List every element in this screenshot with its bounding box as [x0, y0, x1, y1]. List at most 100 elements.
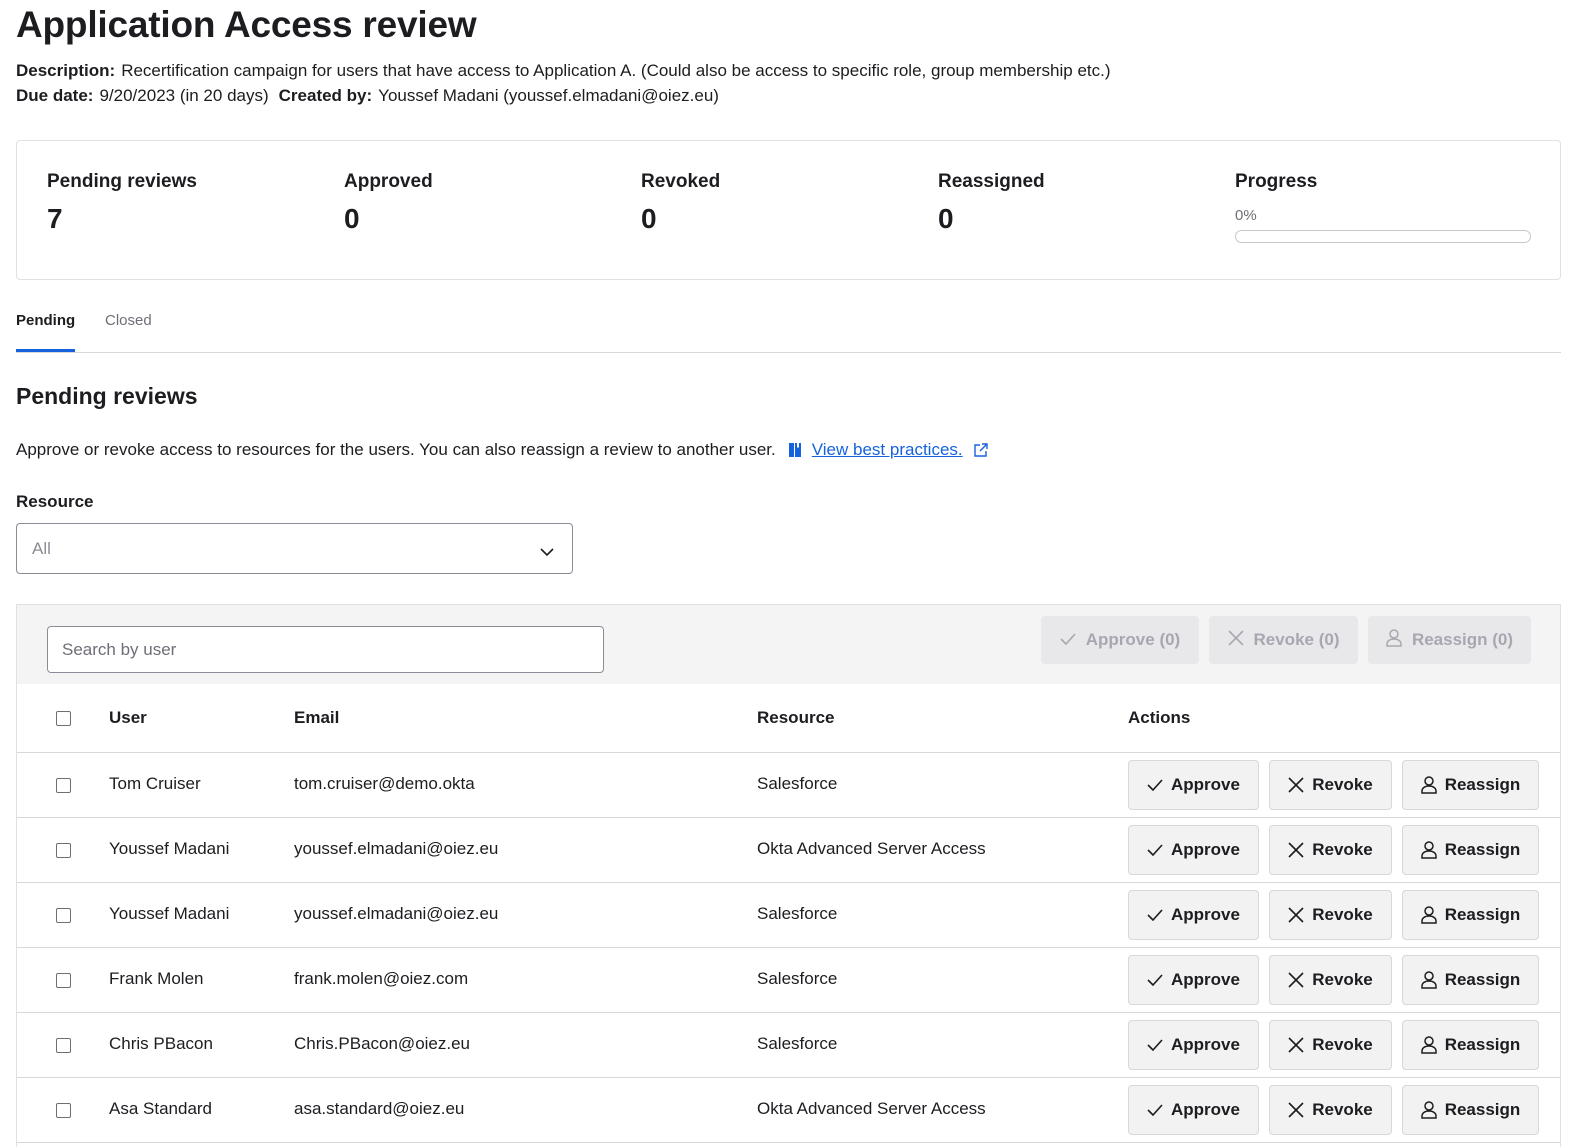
- close-icon: [1288, 972, 1304, 988]
- stat-revoked-label: Revoked: [641, 171, 721, 192]
- stat-progress-label: Progress: [1235, 171, 1318, 192]
- page: Application Access review Description: Re…: [0, 0, 1575, 1147]
- stat-approved-value: 0: [344, 203, 360, 234]
- row-user: Youssef Madani: [109, 839, 230, 858]
- stat-reassigned-label: Reassigned: [938, 171, 1045, 192]
- revoke-button[interactable]: Revoke: [1269, 890, 1392, 940]
- revoke-button[interactable]: Revoke: [1269, 825, 1392, 875]
- row-resource: Okta Advanced Server Access: [757, 839, 986, 858]
- reassign-label: Reassign: [1444, 905, 1521, 924]
- close-icon: [1288, 1102, 1304, 1118]
- section-description: Approve or revoke access to resources fo…: [16, 440, 989, 460]
- close-icon: [1288, 907, 1304, 923]
- revoke-label: Revoke: [1312, 1035, 1373, 1054]
- revoke-button[interactable]: Revoke: [1269, 1085, 1392, 1135]
- tab-closed[interactable]: Closed: [105, 312, 152, 329]
- stat-approved-label: Approved: [344, 171, 433, 192]
- approve-button[interactable]: Approve: [1128, 825, 1259, 875]
- stat-revoked-value: 0: [641, 203, 657, 234]
- person-icon: [1420, 776, 1437, 794]
- approve-button[interactable]: Approve: [1128, 1085, 1259, 1135]
- approve-label: Approve: [1171, 1100, 1240, 1119]
- check-icon: [1147, 1039, 1163, 1051]
- row-email: youssef.elmadani@oiez.eu: [294, 904, 499, 923]
- revoke-button[interactable]: Revoke: [1269, 955, 1392, 1005]
- search-input[interactable]: [47, 626, 604, 673]
- document-icon: [788, 442, 802, 458]
- approve-button[interactable]: Approve: [1128, 760, 1259, 810]
- row-user: Youssef Madani: [109, 904, 230, 923]
- row-checkbox[interactable]: [56, 1038, 71, 1053]
- close-icon: [1288, 777, 1304, 793]
- approve-label: Approve: [1171, 905, 1240, 924]
- stat-revoked: Revoked 0: [641, 171, 720, 235]
- approve-label: Approve: [1171, 970, 1240, 989]
- close-icon: [1288, 842, 1304, 858]
- table-row: Youssef Madani youssef.elmadani@oiez.eu Ok…: [17, 818, 1560, 883]
- table-row: Asa Standard asa.standard@oiez.eu Okta Adv…: [17, 1078, 1560, 1143]
- tab-pending[interactable]: Pending: [16, 312, 75, 329]
- reassign-label: Reassign: [1444, 1100, 1521, 1119]
- row-user: Asa Standard: [109, 1099, 213, 1118]
- row-checkbox[interactable]: [56, 973, 71, 988]
- reassign-button[interactable]: Reassign: [1402, 760, 1539, 810]
- revoke-label: Revoke: [1312, 840, 1373, 859]
- row-checkbox[interactable]: [56, 843, 71, 858]
- reassign-button[interactable]: Reassign: [1402, 890, 1539, 940]
- reassign-label: Reassign: [1444, 840, 1521, 859]
- row-email: frank.molen@oiez.com: [294, 969, 469, 988]
- table-row: Chris PBacon Chris.PBacon@oiez.eu Salesfor…: [17, 1013, 1560, 1078]
- revoke-button[interactable]: Revoke: [1269, 1020, 1392, 1070]
- table-row: Frank Molen frank.molen@oiez.com Salesforc…: [17, 948, 1560, 1013]
- due-created-line: Due date: 9/20/2023 (in 20 days) Created b…: [16, 86, 719, 106]
- table-header: User Email Resource Actions: [17, 684, 1560, 753]
- check-icon: [1147, 1104, 1163, 1116]
- row-user: Frank Molen: [109, 969, 204, 988]
- due-date-label: Due date:: [16, 86, 94, 105]
- row-resource: Salesforce: [757, 904, 838, 923]
- reassign-label: Reassign: [1444, 1035, 1521, 1054]
- bulk-reassign-button[interactable]: Reassign (0): [1368, 616, 1531, 664]
- check-icon: [1147, 779, 1163, 791]
- row-checkbox[interactable]: [56, 1103, 71, 1118]
- row-user: Tom Cruiser: [109, 774, 201, 793]
- bulk-approve-button[interactable]: Approve (0): [1041, 616, 1199, 664]
- row-checkbox[interactable]: [56, 778, 71, 793]
- due-date-value: 9/20/2023 (in 20 days): [99, 86, 269, 105]
- resource-select[interactable]: All: [16, 523, 573, 574]
- row-checkbox[interactable]: [56, 908, 71, 923]
- tab-bar: Pending Closed: [16, 300, 1561, 353]
- best-practices-link[interactable]: View best practices.: [812, 440, 963, 460]
- person-icon: [1386, 628, 1402, 652]
- approve-button[interactable]: Approve: [1128, 1020, 1259, 1070]
- progress-bar: [1235, 230, 1531, 243]
- revoke-label: Revoke: [1312, 1100, 1373, 1119]
- stat-pending-label: Pending reviews: [47, 171, 197, 192]
- check-icon: [1060, 630, 1076, 650]
- table-row: Youssef Madani youssef.elmadani@oiez.eu Sa…: [17, 883, 1560, 948]
- reassign-label: Reassign: [1444, 775, 1521, 794]
- approve-button[interactable]: Approve: [1128, 890, 1259, 940]
- reassign-button[interactable]: Reassign: [1402, 955, 1539, 1005]
- check-icon: [1147, 844, 1163, 856]
- row-resource: Salesforce: [757, 1034, 838, 1053]
- approve-label: Approve: [1171, 775, 1240, 794]
- row-resource: Salesforce: [757, 969, 838, 988]
- select-all-checkbox[interactable]: [56, 711, 71, 726]
- person-icon: [1420, 1036, 1437, 1054]
- page-title: Application Access review: [16, 4, 477, 45]
- bulk-revoke-button[interactable]: Revoke (0): [1209, 616, 1358, 664]
- section-description-text: Approve or revoke access to resources fo…: [16, 440, 776, 459]
- approve-button[interactable]: Approve: [1128, 955, 1259, 1005]
- reassign-button[interactable]: Reassign: [1402, 825, 1539, 875]
- reassign-button[interactable]: Reassign: [1402, 1085, 1539, 1135]
- resource-select-value: All: [32, 538, 51, 558]
- stat-progress: Progress 0%: [1235, 171, 1531, 243]
- section-title: Pending reviews: [16, 383, 198, 409]
- revoke-button[interactable]: Revoke: [1269, 760, 1392, 810]
- approve-label: Approve: [1171, 1035, 1240, 1054]
- row-email: asa.standard@oiez.eu: [294, 1099, 465, 1118]
- bulk-reassign-label: Reassign (0): [1411, 630, 1514, 649]
- reassign-button[interactable]: Reassign: [1402, 1020, 1539, 1070]
- row-resource: Salesforce: [757, 774, 838, 793]
